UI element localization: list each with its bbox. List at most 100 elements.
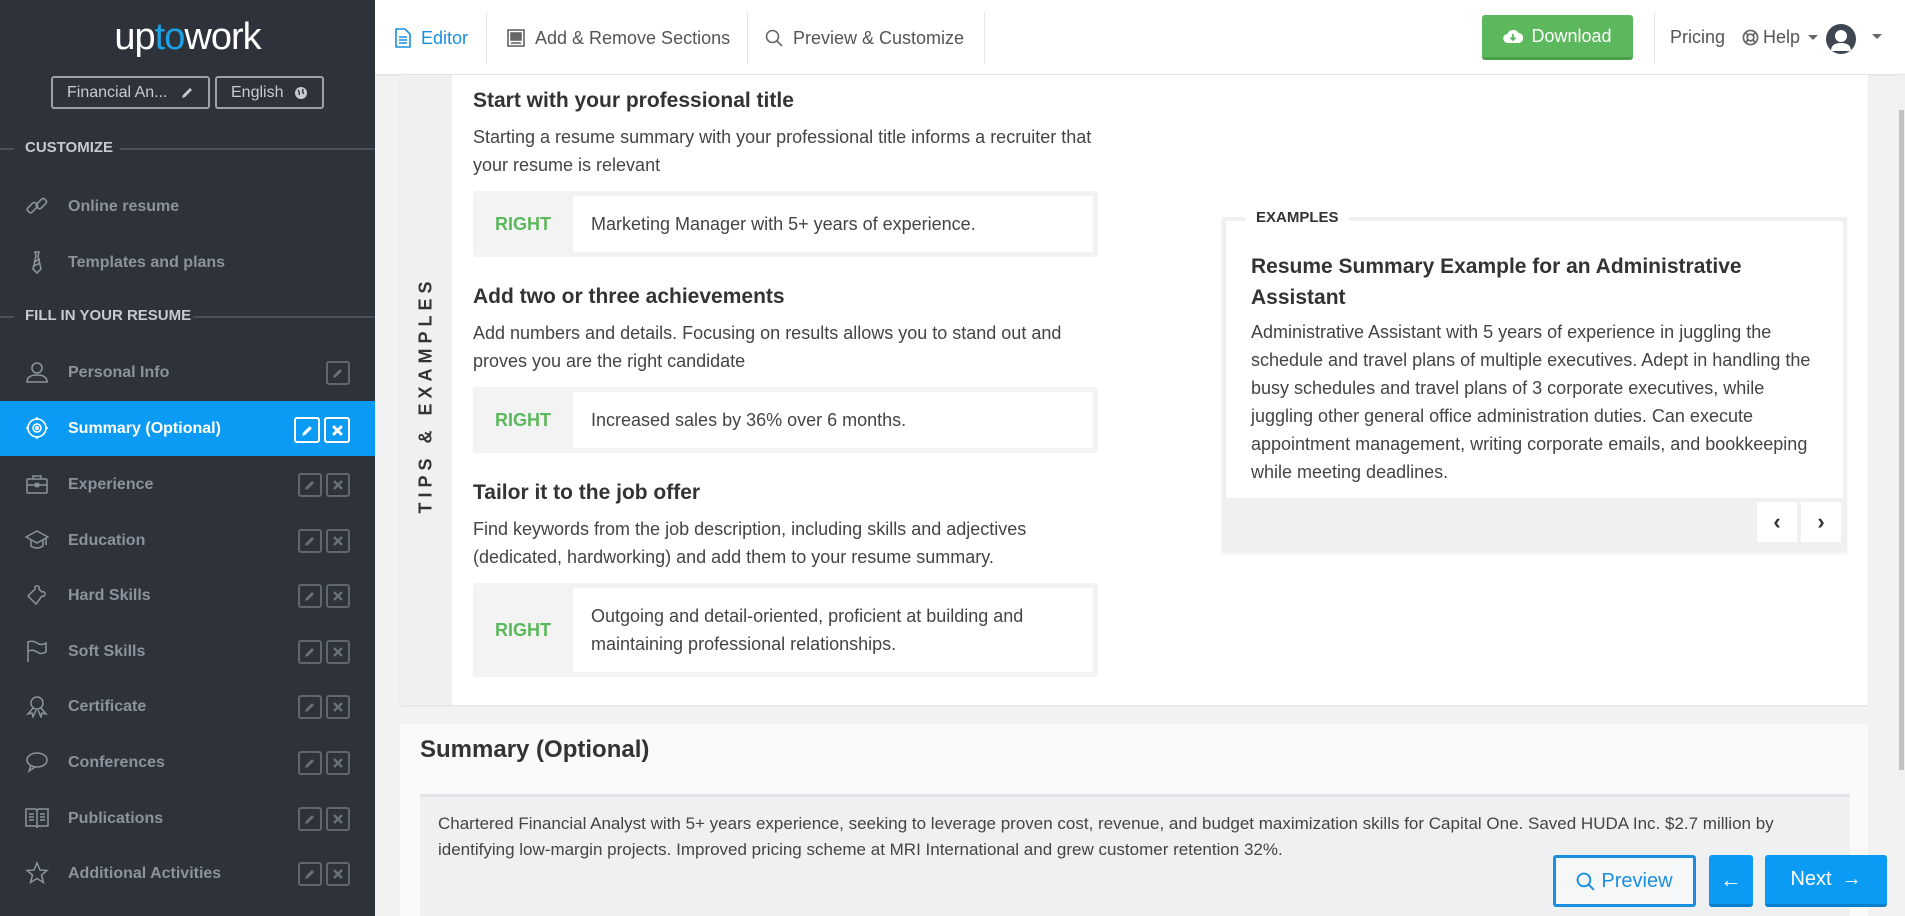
user-avatar-icon [1831, 30, 1851, 51]
sidebar-item-online-resume[interactable]: Online resume [0, 179, 375, 234]
close-icon [333, 591, 343, 601]
sidebar-item-certificate[interactable]: Certificate [0, 679, 375, 734]
tab-add-remove-sections[interactable]: Add & Remove Sections [507, 12, 730, 64]
remove-button[interactable] [326, 473, 350, 497]
remove-button[interactable] [326, 529, 350, 553]
edit-button[interactable] [298, 529, 322, 553]
right-example: RIGHT Outgoing and detail-oriented, prof… [473, 583, 1098, 677]
summary-title: Summary (Optional) [420, 736, 650, 763]
document-icon [395, 28, 411, 48]
close-icon [333, 758, 343, 768]
help-dropdown[interactable]: Help [1742, 27, 1819, 48]
close-icon [333, 702, 343, 712]
edit-button[interactable] [326, 361, 350, 385]
arrow-right-icon: → [1841, 868, 1862, 890]
pencil-icon [305, 648, 314, 657]
remove-button[interactable] [326, 807, 350, 831]
sidebar-item-education[interactable]: Education [0, 513, 375, 568]
pencil-icon [182, 87, 192, 98]
edit-button[interactable] [298, 751, 322, 775]
language-button[interactable]: English [215, 76, 324, 109]
section-fill-in-resume: FILL IN YOUR RESUME [0, 307, 375, 327]
edit-button[interactable] [298, 473, 322, 497]
preview-button[interactable]: Preview [1553, 855, 1696, 907]
remove-button[interactable] [326, 584, 350, 608]
remove-button[interactable] [324, 417, 350, 443]
sidebar: uptowork Financial An... English CUSTOMI… [0, 0, 375, 916]
tips-rail: TIPS & EXAMPLES [400, 75, 452, 705]
caret-down-icon [1808, 35, 1819, 40]
next-button[interactable]: Next → [1765, 855, 1887, 907]
right-example: RIGHT Increased sales by 36% over 6 mont… [473, 387, 1098, 453]
examples-footer: ‹ › [1226, 498, 1843, 548]
example-next-button[interactable]: › [1801, 502, 1841, 542]
top-navigation: Editor Add & Remove Sections Preview & C… [375, 0, 1905, 75]
close-icon [331, 424, 343, 436]
puzzle-icon [25, 582, 49, 608]
briefcase-icon [25, 471, 49, 497]
target-icon [25, 415, 49, 441]
scrollbar-thumb[interactable] [1899, 110, 1904, 770]
search-icon [765, 29, 783, 47]
pencil-icon [305, 537, 314, 546]
pencil-icon [305, 815, 314, 824]
sidebar-item-templates[interactable]: Templates and plans [0, 235, 375, 290]
tie-icon [25, 249, 49, 275]
sidebar-item-summary[interactable]: Summary (Optional) [0, 401, 375, 456]
edit-button[interactable] [298, 807, 322, 831]
close-icon [333, 869, 343, 879]
sidebar-item-conferences[interactable]: Conferences [0, 735, 375, 790]
example-prev-button[interactable]: ‹ [1757, 502, 1797, 542]
tip-professional-title: Start with your professional title Start… [473, 89, 1098, 257]
examples-box: EXAMPLES Resume Summary Example for an A… [1222, 209, 1847, 552]
sidebar-item-experience[interactable]: Experience [0, 457, 375, 512]
star-icon [25, 860, 49, 886]
close-icon [333, 536, 343, 546]
edit-button[interactable] [298, 584, 322, 608]
chevron-right-icon: › [1817, 509, 1825, 534]
sidebar-item-personal-info[interactable]: Personal Info [0, 345, 375, 400]
download-button[interactable]: Download [1482, 15, 1633, 60]
edit-button[interactable] [298, 640, 322, 664]
lifebuoy-icon [1742, 29, 1759, 46]
tip-achievements: Add two or three achievements Add number… [473, 285, 1098, 453]
close-icon [333, 480, 343, 490]
remove-button[interactable] [326, 862, 350, 886]
back-button[interactable]: ← [1709, 855, 1753, 907]
account-caret-down-icon[interactable] [1872, 34, 1882, 39]
layout-icon [507, 29, 525, 47]
pricing-link[interactable]: Pricing [1670, 27, 1725, 48]
edit-button[interactable] [298, 695, 322, 719]
remove-button[interactable] [326, 640, 350, 664]
sidebar-item-hard-skills[interactable]: Hard Skills [0, 568, 375, 623]
remove-button[interactable] [326, 695, 350, 719]
remove-button[interactable] [326, 751, 350, 775]
pencil-icon [305, 759, 314, 768]
pencil-icon [333, 369, 342, 378]
graduation-cap-icon [25, 527, 49, 553]
pencil-icon [305, 481, 314, 490]
edit-button[interactable] [294, 417, 320, 443]
edit-button[interactable] [298, 862, 322, 886]
cloud-download-icon [1503, 29, 1524, 44]
book-icon [25, 805, 49, 831]
pencil-icon [305, 703, 314, 712]
pencil-icon [305, 870, 314, 879]
tab-editor[interactable]: Editor [395, 12, 468, 64]
pencil-icon [301, 425, 312, 436]
example-body[interactable]: Administrative Assistant with 5 years of… [1251, 318, 1826, 486]
example-title: Resume Summary Example for an Administra… [1251, 255, 1742, 309]
section-customize: CUSTOMIZE [0, 139, 375, 159]
tab-preview-customize[interactable]: Preview & Customize [765, 12, 964, 64]
flag-icon [25, 638, 49, 664]
sidebar-item-additional-activities[interactable]: Additional Activities [0, 846, 375, 901]
sidebar-item-publications[interactable]: Publications [0, 791, 375, 846]
sidebar-item-soft-skills[interactable]: Soft Skills [0, 624, 375, 679]
link-icon [25, 193, 49, 219]
avatar[interactable] [1826, 24, 1856, 54]
globe-icon [295, 86, 307, 99]
user-icon [25, 359, 49, 385]
arrow-left-icon: ← [1720, 866, 1742, 892]
logo[interactable]: uptowork [0, 16, 375, 59]
document-name-button[interactable]: Financial An... [51, 76, 210, 109]
